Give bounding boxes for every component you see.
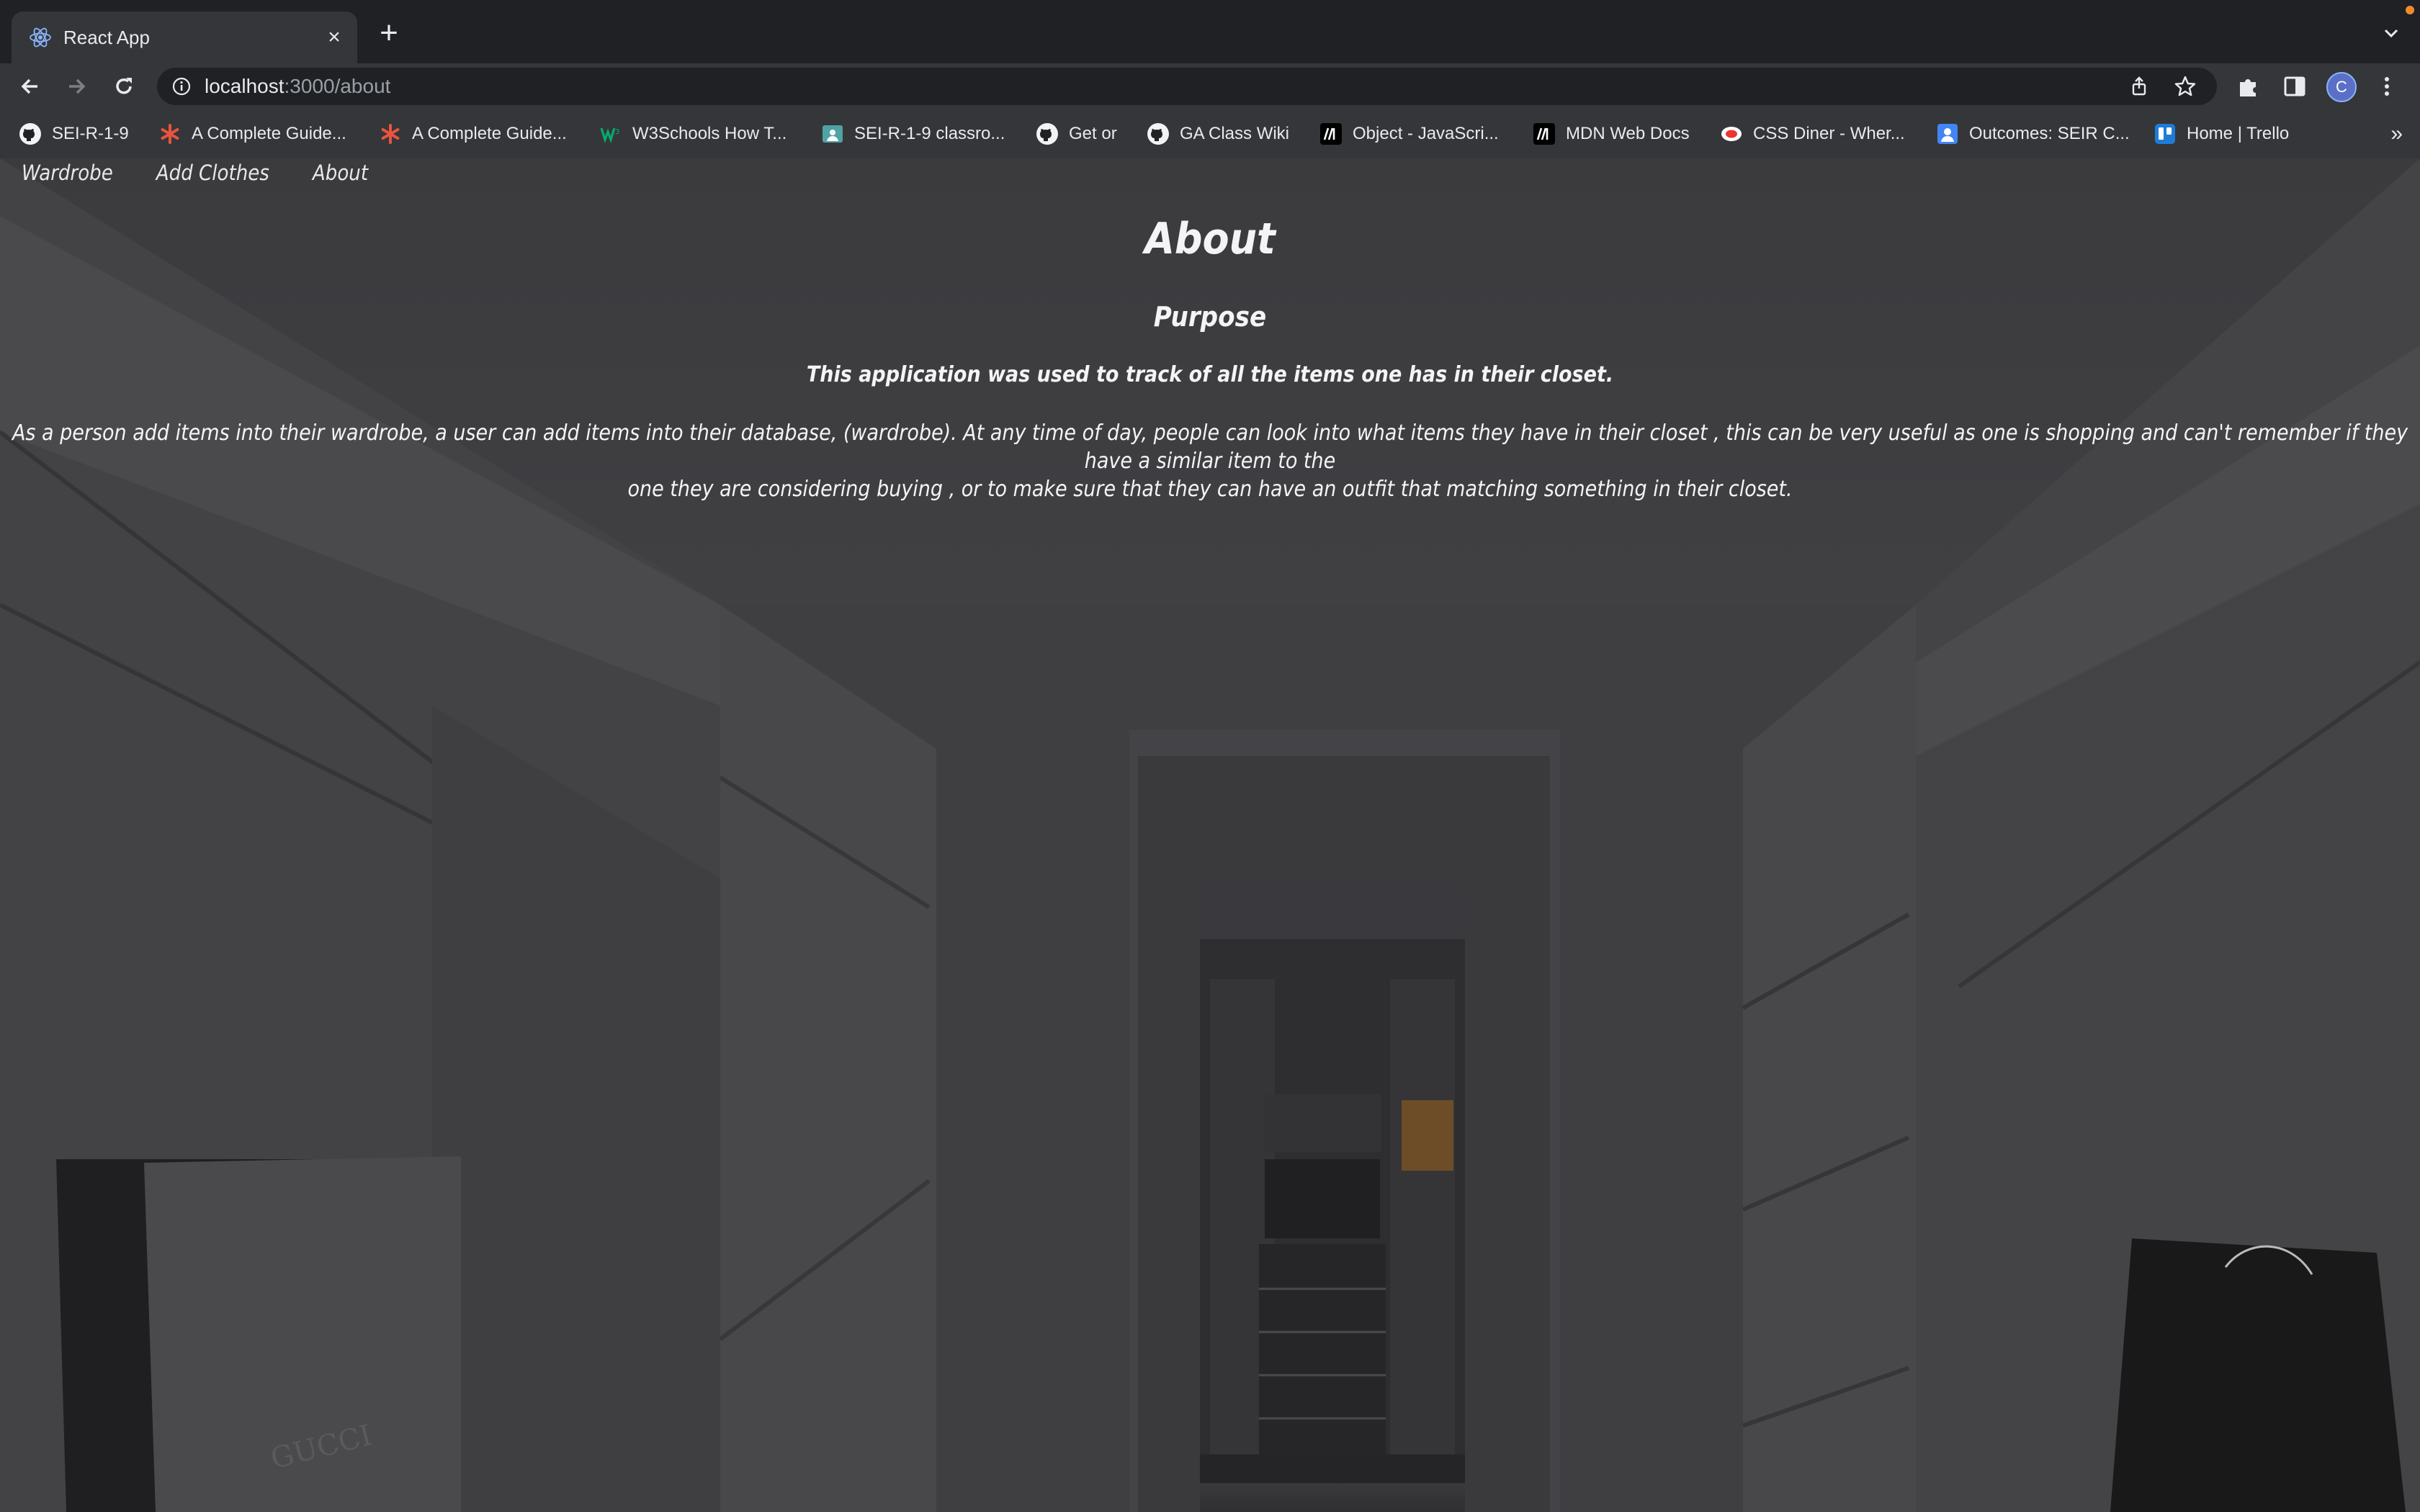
url-host: localhost: [205, 75, 284, 97]
page-viewport: GUCCI Wardrobe Add Clothes About About P…: [0, 158, 2420, 1512]
bookmark-item[interactable]: A Complete Guide...: [379, 120, 567, 148]
side-panel-icon[interactable]: [2282, 73, 2308, 99]
section-subtitle: Purpose: [1153, 301, 1267, 333]
outcomes-icon: [1937, 124, 1958, 144]
bookmark-label: GA Class Wiki: [1180, 124, 1290, 143]
nav-link-wardrobe[interactable]: Wardrobe: [22, 158, 113, 199]
bookmark-label: SEI-R-1-9: [52, 124, 129, 143]
browser-tab[interactable]: React App ×: [12, 12, 357, 63]
bookmark-label: Home | Trello: [2187, 124, 2290, 143]
forward-arrow-icon[interactable]: [62, 72, 91, 101]
reload-icon[interactable]: [109, 72, 138, 101]
classroom-icon: [823, 125, 843, 143]
github-icon: [1036, 123, 1058, 145]
asterisk-icon: [381, 124, 400, 144]
browser-toolbar: localhost:3000/about C: [0, 63, 2420, 109]
bookmark-label: Object - JavaScri...: [1353, 124, 1499, 143]
profile-avatar[interactable]: C: [2326, 72, 2357, 102]
description-paragraph: As a person add items into their wardrob…: [12, 419, 2408, 503]
lead-paragraph: This application was used to track of al…: [806, 362, 1614, 387]
bookmark-item[interactable]: MDN Web Docs: [1533, 120, 1690, 148]
url-text[interactable]: localhost:3000/about: [205, 75, 390, 98]
description-line: one they are considering buying , or to …: [627, 477, 1793, 502]
nav-link-about[interactable]: About: [313, 158, 368, 199]
more-menu-icon[interactable]: [2374, 73, 2400, 99]
url-path: :3000/about: [284, 75, 391, 97]
bookmark-star-icon[interactable]: [2174, 75, 2197, 98]
css-diner-icon: [1721, 127, 1742, 141]
mdn-icon: [1320, 123, 1342, 145]
bookmarks-overflow-chevron-icon[interactable]: »: [2390, 120, 2403, 148]
bookmark-label: A Complete Guide...: [412, 124, 567, 143]
bookmark-label: CSS Diner - Wher...: [1753, 124, 1905, 143]
bookmark-label: W3Schools How T...: [632, 124, 787, 143]
share-icon[interactable]: [2128, 75, 2151, 98]
github-icon: [1147, 123, 1169, 145]
bookmark-item[interactable]: SEI-R-1-9: [19, 120, 129, 148]
bookmark-item[interactable]: Object - JavaScri...: [1319, 120, 1499, 148]
bookmark-label: SEI-R-1-9 classro...: [854, 124, 1005, 143]
site-navigation: Wardrobe Add Clothes About: [22, 158, 368, 199]
nav-link-add-clothes[interactable]: Add Clothes: [156, 158, 269, 199]
bookmark-item[interactable]: Get or: [1036, 120, 1117, 148]
mdn-icon: [1533, 123, 1555, 145]
svg-text:3: 3: [615, 128, 619, 136]
update-indicator-icon: [2406, 6, 2414, 14]
bookmark-item[interactable]: Home | Trello: [2154, 120, 2289, 148]
bookmark-label: A Complete Guide...: [192, 124, 346, 143]
trello-icon: [2155, 124, 2175, 144]
bookmark-item[interactable]: GA Class Wiki: [1147, 120, 1289, 148]
tab-search-chevron-icon[interactable]: [2378, 20, 2404, 46]
extensions-puzzle-icon[interactable]: [2236, 73, 2262, 99]
bookmark-item[interactable]: CSS Diner - Wher...: [1720, 120, 1905, 148]
bookmark-item[interactable]: Outcomes: SEIR C...: [1936, 120, 2130, 148]
bookmark-item[interactable]: A Complete Guide...: [158, 120, 346, 148]
browser-tab-strip: React App × +: [0, 0, 2420, 63]
bookmarks-bar: SEI-R-1-9 A Complete Guide... A Complete…: [0, 109, 2420, 158]
page-title: About: [1144, 214, 1276, 264]
bookmark-label: Get or: [1069, 124, 1117, 143]
bookmark-label: Outcomes: SEIR C...: [1969, 124, 2130, 143]
bookmark-label: MDN Web Docs: [1566, 124, 1690, 143]
tab-close-icon[interactable]: ×: [321, 24, 347, 50]
w3schools-icon: 3: [600, 127, 619, 143]
github-icon: [19, 123, 41, 145]
asterisk-icon: [161, 124, 179, 144]
site-info-icon[interactable]: [171, 76, 192, 96]
description-line: As a person add items into their wardrob…: [12, 420, 2408, 474]
back-arrow-icon[interactable]: [16, 72, 45, 101]
bookmark-item[interactable]: 3 W3Schools How T...: [599, 120, 786, 148]
bookmark-item[interactable]: SEI-R-1-9 classro...: [821, 120, 1005, 148]
tab-title: React App: [63, 27, 150, 48]
address-bar[interactable]: localhost:3000/about: [157, 68, 2217, 105]
new-tab-icon[interactable]: +: [375, 17, 403, 49]
react-logo-icon: [30, 27, 51, 48]
